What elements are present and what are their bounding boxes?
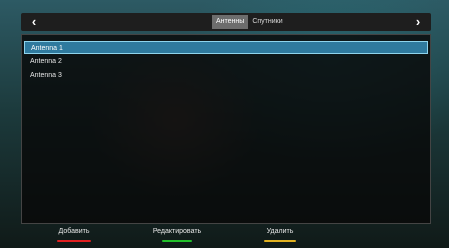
add-button[interactable]: Добавить	[57, 227, 91, 242]
red-key-indicator	[57, 240, 91, 242]
tab-strip: Антенны Спутники	[212, 15, 287, 29]
delete-button[interactable]: Удалить	[264, 227, 296, 242]
tab-satellites[interactable]: Спутники	[248, 15, 286, 29]
chevron-left-icon[interactable]: ‹	[25, 13, 43, 31]
chevron-right-icon[interactable]: ›	[409, 13, 427, 31]
tab-antennas[interactable]: Антенны	[212, 15, 249, 29]
delete-button-label: Удалить	[266, 228, 294, 235]
edit-button-label: Редактировать	[152, 228, 202, 235]
list-item[interactable]: Antenna 2	[24, 55, 428, 68]
list-item[interactable]: Antenna 3	[24, 69, 428, 82]
yellow-key-indicator	[264, 240, 296, 242]
list-item[interactable]: Antenna 1	[24, 41, 428, 54]
antenna-list: Antenna 1 Antenna 2 Antenna 3	[21, 34, 431, 224]
top-bar: ‹ Антенны Спутники ›	[21, 13, 431, 31]
add-button-label: Добавить	[58, 228, 90, 235]
green-key-indicator	[162, 240, 192, 242]
edit-button[interactable]: Редактировать	[150, 227, 204, 242]
